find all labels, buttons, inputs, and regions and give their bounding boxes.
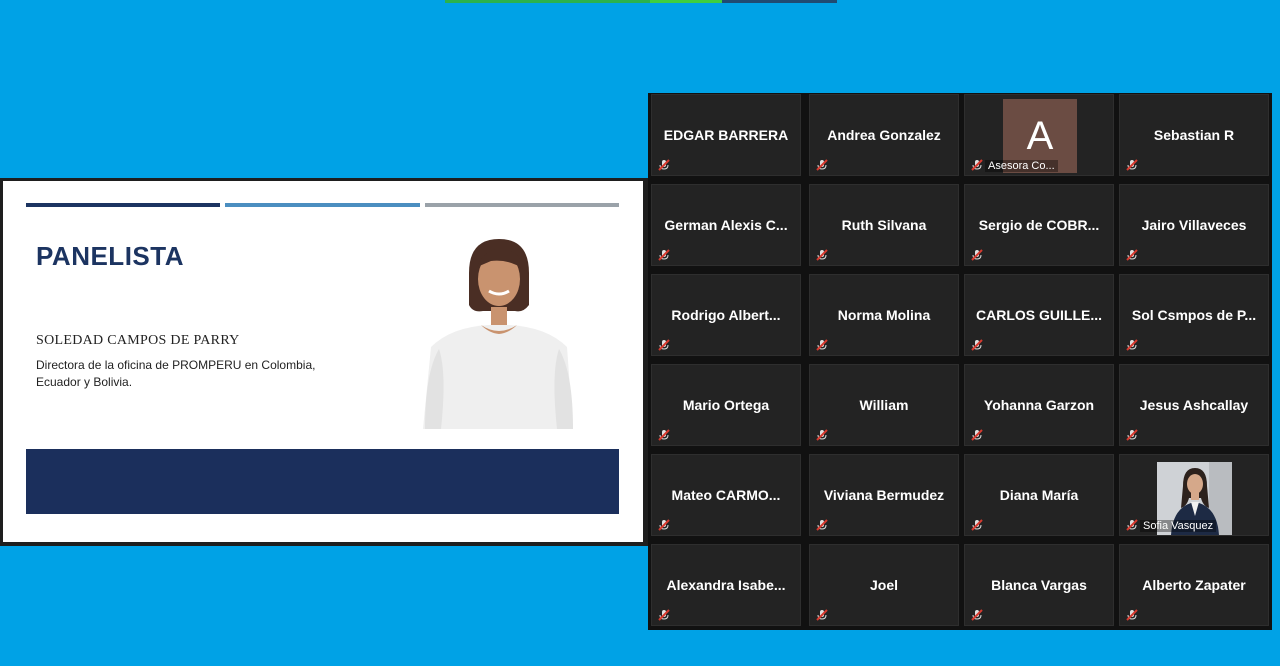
participant-name: EDGAR BARRERA	[663, 127, 789, 143]
slide-accent-bar-navy	[26, 203, 220, 207]
mic-muted-icon	[658, 339, 670, 351]
participant-tile[interactable]: Diana María	[964, 454, 1114, 536]
mic-muted-icon	[971, 339, 983, 351]
participant-tile[interactable]: Jesus Ashcallay	[1119, 364, 1269, 446]
mic-muted-icon	[1126, 519, 1138, 531]
participant-name: Joel	[869, 577, 898, 593]
top-strip-segment-lightgreen	[650, 0, 722, 3]
participant-tile[interactable]: A Asesora Co...	[964, 94, 1114, 176]
slide-title: PANELISTA	[36, 241, 184, 271]
mic-muted-icon	[816, 609, 828, 621]
participant-name: Alexandra Isabe...	[666, 577, 786, 593]
participant-name: Jairo Villaveces	[1141, 217, 1247, 233]
participant-tile[interactable]: Norma Molina	[809, 274, 959, 356]
participant-tile[interactable]: Yohanna Garzon	[964, 364, 1114, 446]
participant-tile[interactable]: Alexandra Isabe...	[651, 544, 801, 626]
participant-name: Sofia Vasquez	[1140, 520, 1217, 532]
speaker-role: Directora de la oficina de PROMPERU en C…	[36, 358, 316, 389]
mic-muted-icon	[971, 159, 983, 171]
mic-muted-icon	[1126, 429, 1138, 441]
participant-tile[interactable]: Mateo CARMO...	[651, 454, 801, 536]
mic-muted-icon	[971, 519, 983, 531]
participant-tile[interactable]: Viviana Bermudez	[809, 454, 959, 536]
speaker-photo	[411, 233, 579, 429]
mic-muted-icon	[1126, 159, 1138, 171]
mic-muted-icon	[971, 249, 983, 261]
participant-name: Ruth Silvana	[841, 217, 927, 233]
participant-tile[interactable]: Sebastian R	[1119, 94, 1269, 176]
mic-muted-icon	[658, 159, 670, 171]
participant-name: Viviana Bermudez	[823, 487, 945, 503]
participant-tile[interactable]: Ruth Silvana	[809, 184, 959, 266]
participant-name: Sebastian R	[1153, 127, 1235, 143]
shared-screen: PANELISTA SOLEDAD CAMPOS DE PARRY Direct…	[0, 178, 648, 546]
participant-name: Norma Molina	[837, 307, 931, 323]
participant-name: Diana María	[999, 487, 1079, 503]
participant-tile[interactable]: Sergio de COBR...	[964, 184, 1114, 266]
top-strip	[0, 0, 1280, 3]
speaker-name: SOLEDAD CAMPOS DE PARRY	[36, 333, 240, 348]
participant-name: German Alexis C...	[664, 217, 788, 233]
mic-muted-icon	[816, 519, 828, 531]
participant-name: Mateo CARMO...	[671, 487, 781, 503]
participant-name: Sergio de COBR...	[978, 217, 1100, 233]
mic-muted-icon	[658, 249, 670, 261]
participant-name: Asesora Co...	[985, 160, 1058, 172]
top-strip-segment-green	[445, 0, 650, 3]
slide-footer-band	[26, 449, 619, 514]
participant-tile[interactable]: EDGAR BARRERA	[651, 94, 801, 176]
participant-name: CARLOS GUILLE...	[976, 307, 1102, 323]
participant-tile[interactable]: Blanca Vargas	[964, 544, 1114, 626]
participant-name: William	[859, 397, 909, 413]
presentation-slide: PANELISTA SOLEDAD CAMPOS DE PARRY Direct…	[3, 181, 643, 542]
mic-muted-icon	[971, 429, 983, 441]
participant-tile[interactable]: Sol Csmpos de P...	[1119, 274, 1269, 356]
mic-muted-icon	[1126, 609, 1138, 621]
participant-tile[interactable]: Andrea Gonzalez	[809, 94, 959, 176]
participant-tile[interactable]: Sofia Vasquez	[1119, 454, 1269, 536]
mic-muted-icon	[1126, 249, 1138, 261]
mic-muted-icon	[816, 429, 828, 441]
mic-muted-icon	[1126, 339, 1138, 351]
mic-muted-icon	[658, 519, 670, 531]
participant-name: Sol Csmpos de P...	[1131, 307, 1257, 323]
mic-muted-icon	[658, 609, 670, 621]
participant-name: Alberto Zapater	[1142, 577, 1246, 593]
participant-tile[interactable]: Alberto Zapater	[1119, 544, 1269, 626]
participant-gallery: EDGAR BARRERA Andrea Gonzalez A Asesora …	[648, 93, 1272, 630]
participant-tile[interactable]: Joel	[809, 544, 959, 626]
participant-tile[interactable]: German Alexis C...	[651, 184, 801, 266]
participant-name: Mario Ortega	[682, 397, 770, 413]
participant-name: Andrea Gonzalez	[827, 127, 941, 143]
participant-name: Rodrigo Albert...	[671, 307, 781, 323]
slide-accent-bar-blue	[225, 203, 420, 207]
top-strip-segment-dark	[722, 0, 837, 3]
participant-name: Jesus Ashcallay	[1139, 397, 1249, 413]
mic-muted-icon	[816, 249, 828, 261]
mic-muted-icon	[971, 609, 983, 621]
participant-tile[interactable]: Mario Ortega	[651, 364, 801, 446]
mic-muted-icon	[816, 339, 828, 351]
slide-accent-bar-gray	[425, 203, 619, 207]
participant-name: Yohanna Garzon	[983, 397, 1095, 413]
participant-tile[interactable]: Rodrigo Albert...	[651, 274, 801, 356]
mic-muted-icon	[658, 429, 670, 441]
mic-muted-icon	[816, 159, 828, 171]
participant-name: Blanca Vargas	[991, 577, 1087, 593]
participant-tile[interactable]: CARLOS GUILLE...	[964, 274, 1114, 356]
participant-tile[interactable]: William	[809, 364, 959, 446]
participant-tile[interactable]: Jairo Villaveces	[1119, 184, 1269, 266]
